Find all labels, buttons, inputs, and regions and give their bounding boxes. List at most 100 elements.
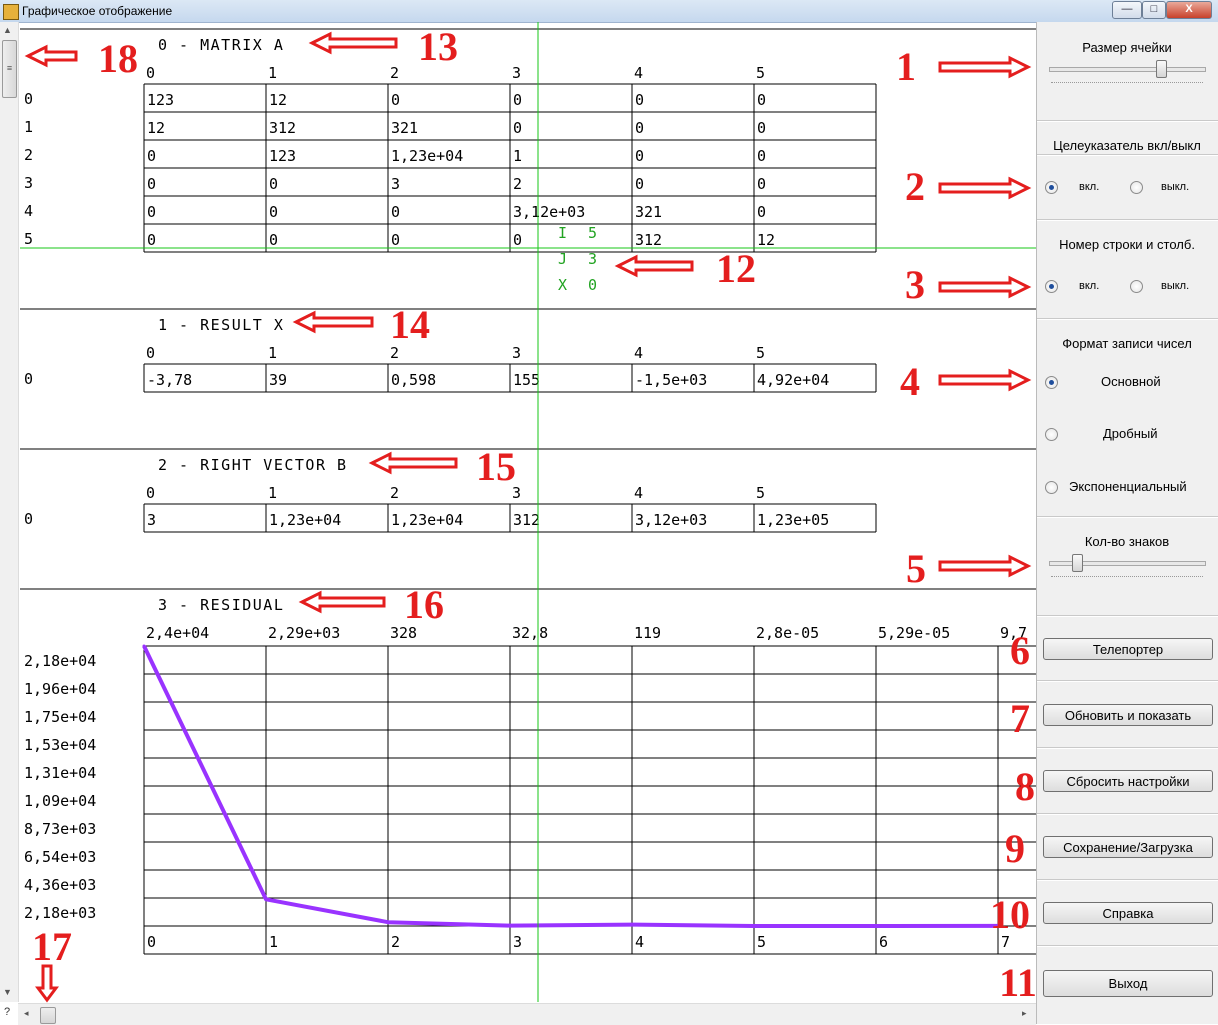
annotation-number-3: 3 bbox=[905, 262, 925, 307]
matrix-a-col-header: 1 bbox=[268, 64, 277, 82]
reset-settings-button[interactable]: Сбросить настройки bbox=[1043, 770, 1213, 792]
matrix-a-cell: 0 bbox=[635, 147, 644, 165]
residual-data-point bbox=[142, 644, 146, 648]
crosshair-readout: J 3 bbox=[558, 250, 603, 268]
residual-data-point bbox=[874, 924, 878, 928]
crosshair-on-radio[interactable] bbox=[1045, 181, 1058, 194]
matrix-a-cell: 312 bbox=[269, 119, 296, 137]
matrix-a-cell: 0 bbox=[757, 203, 766, 221]
horizontal-scrollbar[interactable]: ◂ ▸ bbox=[18, 1003, 1036, 1025]
row-col-numbers-off-radio[interactable] bbox=[1130, 280, 1143, 293]
residual-y-tick: 6,54e+03 bbox=[24, 848, 96, 866]
format-fraction-label[interactable]: Дробный bbox=[1103, 426, 1158, 441]
matrix-a-cell: 0 bbox=[757, 147, 766, 165]
vertical-scroll-thumb[interactable]: ≡ bbox=[2, 40, 17, 98]
annotation-arrow bbox=[35, 964, 59, 1003]
matrix-a-col-header: 5 bbox=[756, 64, 765, 82]
help-button[interactable]: Справка bbox=[1043, 902, 1213, 924]
matrix-a-cell: 0 bbox=[391, 91, 400, 109]
horizontal-scroll-thumb[interactable] bbox=[40, 1007, 56, 1024]
row-col-numbers-on-radio[interactable] bbox=[1045, 280, 1058, 293]
result-x-title: 1 - RESULT X bbox=[158, 316, 284, 334]
separator bbox=[1037, 219, 1218, 221]
annotation-arrow bbox=[614, 254, 694, 278]
residual-x-tick: 2 bbox=[391, 933, 400, 951]
matrix-a-cell: 0 bbox=[757, 91, 766, 109]
separator bbox=[1037, 615, 1218, 617]
crosshair-on-label[interactable]: вкл. bbox=[1079, 181, 1099, 193]
result-x-cell: -3,78 bbox=[147, 371, 192, 389]
result-x-cell: 4,92e+04 bbox=[757, 371, 829, 389]
matrix-a-row-header: 0 bbox=[24, 90, 33, 108]
save-load-button[interactable]: Сохранение/Загрузка bbox=[1043, 836, 1213, 858]
crosshair-off-label[interactable]: выкл. bbox=[1161, 181, 1189, 193]
matrix-a-cell: 0 bbox=[757, 119, 766, 137]
teleporter-button[interactable]: Телепортер bbox=[1043, 638, 1213, 660]
row-col-numbers-on-label[interactable]: вкл. bbox=[1079, 280, 1099, 292]
format-basic-label[interactable]: Основной bbox=[1101, 374, 1161, 389]
annotation-number-13: 13 bbox=[418, 24, 458, 69]
format-fraction-radio[interactable] bbox=[1045, 428, 1058, 441]
row-col-numbers-off-label[interactable]: выкл. bbox=[1161, 280, 1189, 292]
residual-value-label: 2,8e-05 bbox=[756, 624, 819, 642]
annotation-number-8: 8 bbox=[1015, 764, 1035, 809]
annotation-number-11: 11 bbox=[999, 960, 1037, 1005]
matrix-a-cell: 0 bbox=[147, 203, 156, 221]
matrix-a-cell: 0 bbox=[269, 231, 278, 249]
row-col-numbers-title: Номер строки и столб. bbox=[1059, 237, 1195, 252]
scroll-right-icon[interactable]: ▸ bbox=[1022, 1008, 1027, 1019]
right-vector-b-col-header: 1 bbox=[268, 484, 277, 502]
right-vector-b-col-header: 2 bbox=[390, 484, 399, 502]
matrix-a-row-header: 4 bbox=[24, 202, 33, 220]
cell-size-slider-track[interactable] bbox=[1049, 67, 1206, 72]
result-x-cell: -1,5e+03 bbox=[635, 371, 707, 389]
result-x-col-header: 5 bbox=[756, 344, 765, 362]
annotation-number-6: 6 bbox=[1010, 628, 1030, 673]
help-question-icon[interactable]: ? bbox=[4, 1006, 10, 1018]
matrix-a-cell: 0 bbox=[391, 203, 400, 221]
matrix-a-col-header: 4 bbox=[634, 64, 643, 82]
exit-button[interactable]: Выход bbox=[1043, 970, 1213, 997]
annotation-number-7: 7 bbox=[1010, 696, 1030, 741]
annotation-number-4: 4 bbox=[900, 359, 920, 404]
crosshair-off-radio[interactable] bbox=[1130, 181, 1143, 194]
annotation-arrow bbox=[938, 176, 1032, 200]
refresh-show-button[interactable]: Обновить и показать bbox=[1043, 704, 1213, 726]
format-exponential-label[interactable]: Экспоненциальный bbox=[1069, 479, 1187, 494]
matrix-a-cell: 3 bbox=[391, 175, 400, 193]
scroll-up-icon[interactable]: ▲ bbox=[3, 25, 12, 35]
annotation-number-18: 18 bbox=[98, 36, 138, 81]
digits-slider-thumb[interactable] bbox=[1071, 554, 1083, 572]
residual-y-tick: 1,09e+04 bbox=[24, 792, 96, 810]
matrix-a-cell: 0 bbox=[147, 147, 156, 165]
annotation-number-14: 14 bbox=[390, 302, 430, 347]
residual-title: 3 - RESIDUAL bbox=[158, 596, 284, 614]
result-x-col-header: 4 bbox=[634, 344, 643, 362]
residual-value-label: 2,29e+03 bbox=[268, 624, 340, 642]
vertical-scrollbar[interactable]: ▲ ≡ ▼ bbox=[0, 22, 19, 1002]
residual-y-tick: 2,18e+04 bbox=[24, 652, 96, 670]
matrix-a-cell: 1 bbox=[513, 147, 522, 165]
scroll-down-icon[interactable]: ▼ bbox=[3, 987, 12, 997]
scroll-left-icon[interactable]: ◂ bbox=[24, 1008, 29, 1019]
matrix-a-cell: 321 bbox=[391, 119, 418, 137]
cell-size-ticks bbox=[1051, 79, 1203, 83]
separator bbox=[1037, 879, 1218, 881]
residual-x-tick: 3 bbox=[513, 933, 522, 951]
matrix-a-cell: 0 bbox=[147, 231, 156, 249]
right-vector-b-col-header: 5 bbox=[756, 484, 765, 502]
residual-y-tick: 1,31e+04 bbox=[24, 764, 96, 782]
matrix-a-cell: 0 bbox=[635, 175, 644, 193]
right-vector-b-cell: 3,12e+03 bbox=[635, 511, 707, 529]
right-vector-b-cell: 3 bbox=[147, 511, 156, 529]
matrix-a-cell: 0 bbox=[513, 119, 522, 137]
format-basic-radio[interactable] bbox=[1045, 376, 1058, 389]
right-vector-b-cell: 1,23e+05 bbox=[757, 511, 829, 529]
annotation-number-10: 10 bbox=[990, 892, 1030, 937]
annotation-number-12: 12 bbox=[716, 246, 756, 291]
matrix-a-cell: 0 bbox=[269, 175, 278, 193]
cell-size-slider-thumb[interactable] bbox=[1155, 60, 1167, 78]
residual-value-label: 32,8 bbox=[512, 624, 548, 642]
format-exponential-radio[interactable] bbox=[1045, 481, 1058, 494]
matrix-a-cell: 123 bbox=[147, 91, 174, 109]
